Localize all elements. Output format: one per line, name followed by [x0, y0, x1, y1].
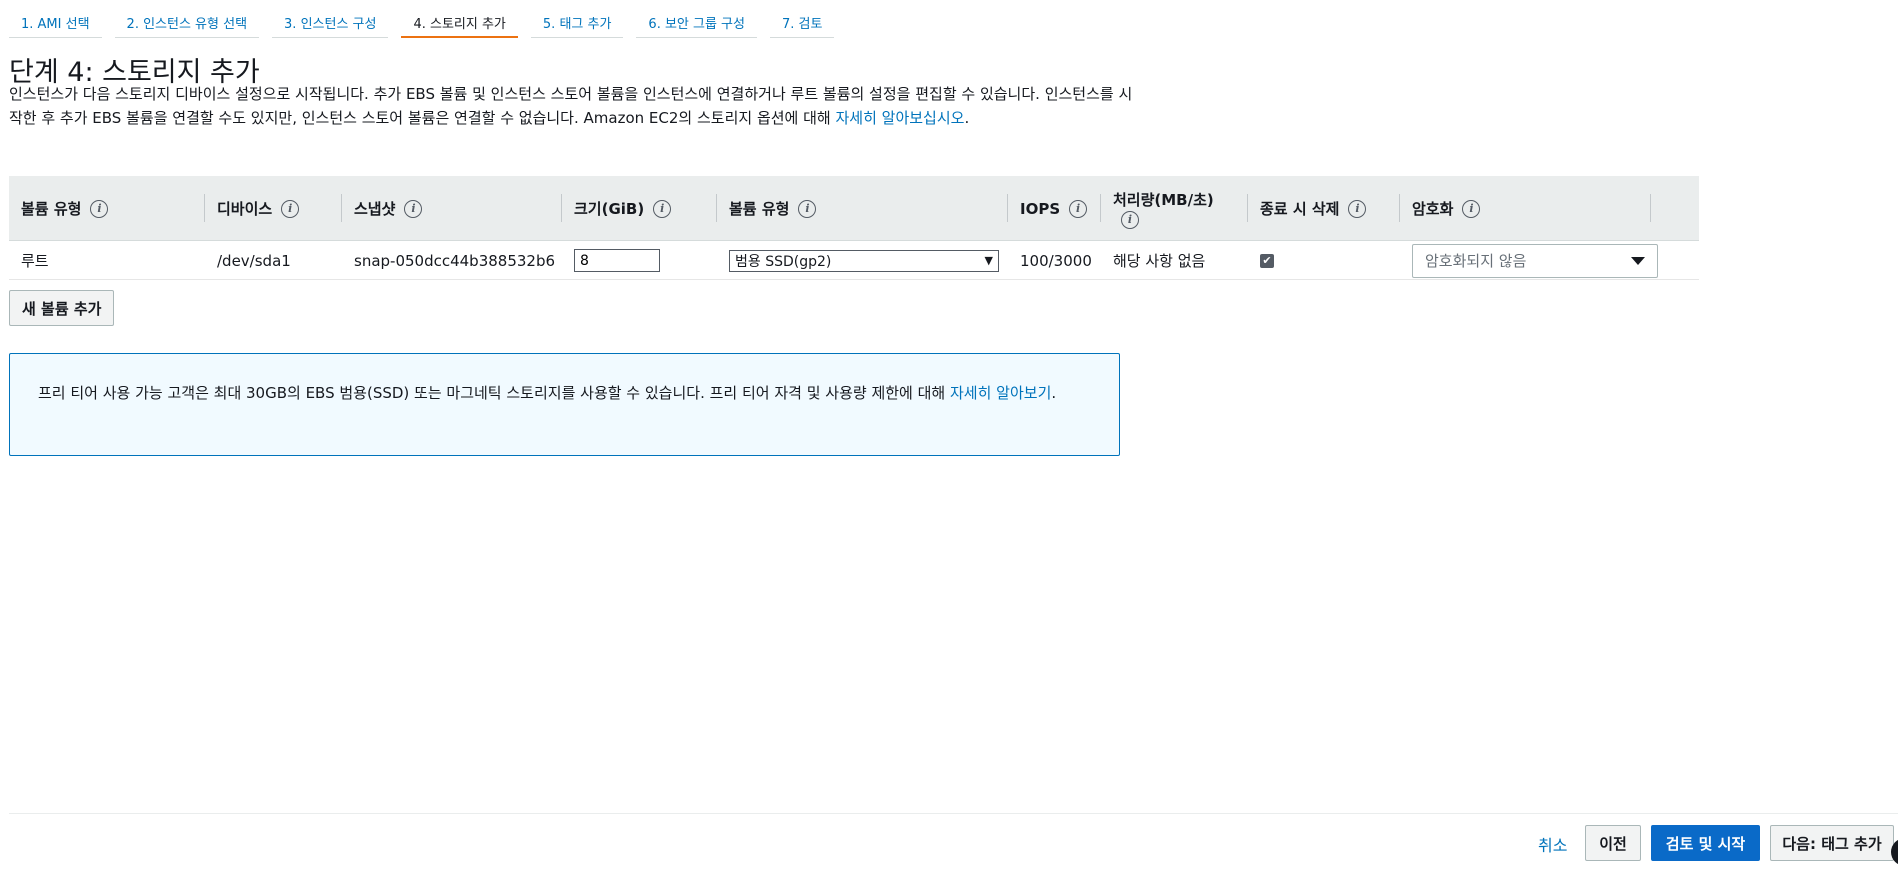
wizard-steps: 1. AMI 선택 2. 인스턴스 유형 선택 3. 인스턴스 구성 4. 스토…: [9, 0, 835, 38]
wizard-step-instance-type[interactable]: 2. 인스턴스 유형 선택: [114, 0, 260, 38]
header-throughput-label: 처리량(MB/초): [1113, 190, 1214, 209]
encryption-select[interactable]: 암호화되지 않음: [1412, 243, 1658, 278]
header-encryption: 암호화 i: [1400, 176, 1651, 241]
header-iops-label: IOPS: [1020, 199, 1061, 218]
free-tier-end: .: [1051, 384, 1057, 402]
volume-type-select[interactable]: 범용 SSD(gp2) ▼: [729, 249, 999, 272]
delete-on-termination-checkbox[interactable]: ✔: [1260, 253, 1274, 268]
storage-options-learn-more-link[interactable]: 자세히 알아보십시오: [835, 109, 964, 127]
header-iops: IOPS i: [1008, 176, 1101, 241]
free-tier-learn-more-link[interactable]: 자세히 알아보기: [950, 384, 1051, 402]
info-icon[interactable]: i: [281, 199, 300, 218]
cell-ebs-type: 범용 SSD(gp2) ▼: [717, 241, 999, 280]
cell-throughput: 해당 사항 없음: [1113, 252, 1206, 270]
table-header: 볼륨 유형 i 디바이스 i 스냅샷 i 크기(GiB) i 볼륨 유형 i I…: [9, 176, 1699, 241]
next-add-tags-button[interactable]: 다음: 태그 추가: [1770, 825, 1894, 861]
wizard-step-ami[interactable]: 1. AMI 선택: [9, 0, 102, 38]
size-input[interactable]: [574, 249, 660, 272]
cell-encryption: 암호화되지 않음: [1400, 241, 1658, 280]
header-encryption-label: 암호화: [1412, 200, 1454, 218]
previous-button[interactable]: 이전: [1585, 825, 1641, 861]
header-delete-on-termination: 종료 시 삭제 i: [1248, 176, 1400, 241]
header-volume-type-label: 볼륨 유형: [21, 200, 82, 218]
header-snapshot-label: 스냅샷: [354, 200, 396, 218]
cell-device: /dev/sda1: [217, 251, 291, 270]
info-icon[interactable]: i: [404, 199, 423, 218]
header-snapshot: 스냅샷 i: [342, 176, 562, 241]
cell-iops: 100/3000: [1020, 251, 1092, 270]
intro-text: 인스턴스가 다음 스토리지 디바이스 설정으로 시작됩니다. 추가 EBS 볼륨…: [9, 82, 1135, 130]
info-icon[interactable]: i: [653, 199, 672, 218]
table-row: 루트 /dev/sda1 snap-050dcc44b388532b6 범용 S…: [9, 241, 1699, 280]
cell-size: [562, 241, 660, 280]
header-ebs-volume-type: 볼륨 유형 i: [717, 176, 1008, 241]
header-size: 크기(GiB) i: [562, 176, 717, 241]
add-new-volume-button[interactable]: 새 볼륨 추가: [9, 290, 115, 326]
caret-down-icon: [1631, 256, 1645, 265]
wizard-step-add-storage[interactable]: 4. 스토리지 추가: [401, 0, 518, 38]
chevron-down-icon: ▼: [984, 254, 993, 267]
info-icon[interactable]: i: [1121, 210, 1139, 229]
encryption-value: 암호화되지 않음: [1425, 252, 1527, 270]
info-icon[interactable]: i: [1462, 199, 1481, 218]
volume-type-value: 범용 SSD(gp2): [735, 253, 832, 270]
header-size-label: 크기(GiB): [574, 200, 645, 218]
info-icon[interactable]: i: [90, 199, 109, 218]
wizard-step-review[interactable]: 7. 검토: [769, 0, 835, 38]
header-throughput: 처리량(MB/초) i: [1101, 176, 1248, 241]
footer-divider: [9, 813, 1898, 814]
wizard-step-security-group[interactable]: 6. 보안 그룹 구성: [636, 0, 757, 38]
wizard-step-add-tags[interactable]: 5. 태그 추가: [530, 0, 624, 38]
header-device-label: 디바이스: [217, 200, 273, 218]
cell-delete-on-termination: ✔: [1248, 241, 1274, 280]
wizard-step-configure-instance[interactable]: 3. 인스턴스 구성: [272, 0, 389, 38]
cell-volume-type: 루트: [21, 252, 49, 270]
info-icon[interactable]: i: [1069, 199, 1088, 218]
cell-snapshot: snap-050dcc44b388532b6: [354, 251, 556, 270]
free-tier-info-box: 프리 티어 사용 가능 고객은 최대 30GB의 EBS 범용(SSD) 또는 …: [9, 353, 1120, 456]
free-tier-text: 프리 티어 사용 가능 고객은 최대 30GB의 EBS 범용(SSD) 또는 …: [38, 384, 950, 402]
intro-end: .: [964, 109, 970, 127]
review-and-launch-button[interactable]: 검토 및 시작: [1651, 825, 1760, 861]
cancel-link[interactable]: 취소: [1538, 832, 1567, 856]
info-icon[interactable]: i: [798, 199, 817, 218]
header-volume-type: 볼륨 유형 i: [9, 176, 205, 241]
header-delete-label: 종료 시 삭제: [1260, 200, 1340, 218]
info-icon[interactable]: i: [1348, 199, 1367, 218]
header-ebs-type-label: 볼륨 유형: [729, 200, 790, 218]
header-device: 디바이스 i: [205, 176, 342, 241]
storage-table: 볼륨 유형 i 디바이스 i 스냅샷 i 크기(GiB) i 볼륨 유형 i I…: [9, 176, 1699, 280]
